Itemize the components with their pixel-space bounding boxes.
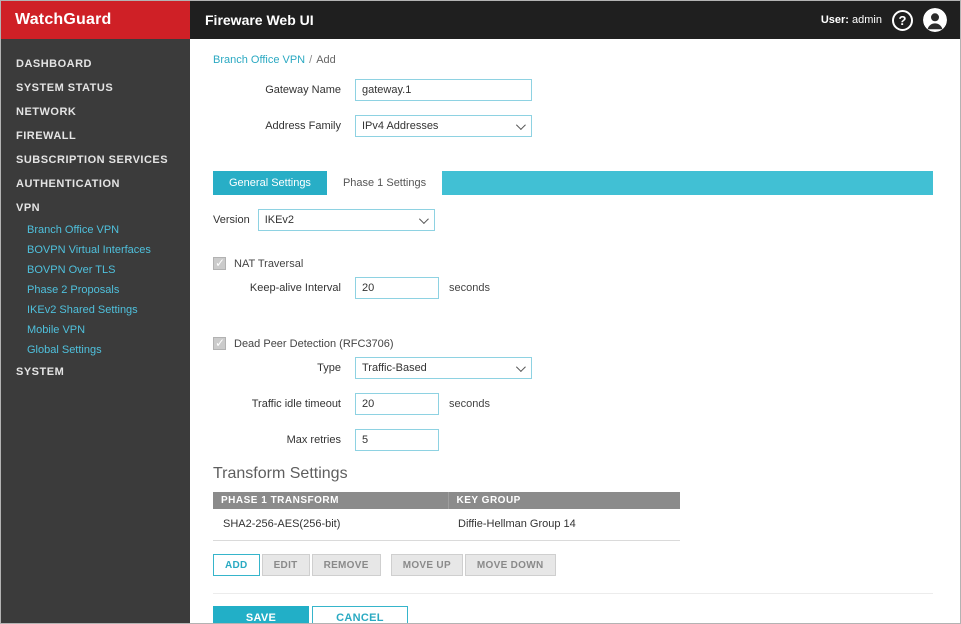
dpd-type-value: Traffic-Based (362, 362, 427, 374)
top-bar: WatchGuard Fireware Web UI User: admin ? (1, 1, 960, 39)
edit-button[interactable]: EDIT (261, 554, 310, 576)
move-up-button[interactable]: MOVE UP (390, 554, 463, 576)
dead-peer-detection-label: Dead Peer Detection (RFC3706) (234, 337, 394, 350)
sidebar-item-system[interactable]: SYSTEM (1, 360, 190, 384)
chevron-down-icon (515, 119, 526, 130)
version-value: IKEv2 (264, 214, 295, 226)
main-content: Branch Office VPN /Add Gateway Name Addre… (190, 39, 960, 623)
top-bar-right: User: admin ? (821, 8, 960, 32)
body: DASHBOARD SYSTEM STATUS NETWORK FIREWALL… (1, 39, 960, 623)
breadcrumb: Branch Office VPN / Add (213, 54, 960, 66)
add-button[interactable]: ADD (213, 554, 260, 576)
breadcrumb-separator: / (309, 54, 313, 66)
sidebar-item-subscription-services[interactable]: SUBSCRIPTION SERVICES (1, 148, 190, 172)
sidebar-item-authentication[interactable]: AUTHENTICATION (1, 172, 190, 196)
keep-alive-input[interactable] (355, 277, 439, 299)
settings-tabs: General Settings Phase 1 Settings (213, 171, 933, 195)
sidebar-subitem-mobile-vpn[interactable]: Mobile VPN (1, 320, 190, 340)
transform-table: PHASE 1 TRANSFORM KEY GROUP SHA2-256-AES… (213, 492, 680, 541)
sidebar-item-dashboard[interactable]: DASHBOARD (1, 52, 190, 76)
version-select[interactable]: IKEv2 (257, 209, 435, 231)
fireware-web-ui-window: WatchGuard Fireware Web UI User: admin ?… (0, 0, 961, 624)
address-family-select[interactable]: IPv4 Addresses (355, 115, 532, 137)
column-key-group: KEY GROUP (448, 492, 680, 509)
gateway-name-label: Gateway Name (265, 84, 341, 96)
chevron-down-icon (515, 361, 526, 372)
tab-general-settings[interactable]: General Settings (213, 171, 327, 195)
address-family-row: Address Family IPv4 Addresses (213, 115, 960, 137)
address-family-value: IPv4 Addresses (362, 120, 439, 132)
dead-peer-detection-checkbox[interactable] (213, 336, 226, 350)
key-group-cell: Diffie-Hellman Group 14 (448, 509, 680, 541)
tab-phase-1-settings[interactable]: Phase 1 Settings (326, 171, 443, 195)
breadcrumb-link-branch-office-vpn[interactable]: Branch Office VPN (213, 54, 305, 66)
traffic-idle-timeout-row: Traffic idle timeout seconds (213, 393, 960, 415)
keep-alive-row: Keep-alive Interval seconds (213, 277, 960, 299)
column-phase-1-transform: PHASE 1 TRANSFORM (213, 492, 449, 509)
version-label: Version (213, 214, 250, 226)
transform-settings-title: Transform Settings (213, 465, 348, 482)
max-retries-label: Max retries (286, 434, 341, 446)
sidebar: DASHBOARD SYSTEM STATUS NETWORK FIREWALL… (1, 39, 190, 623)
nat-traversal-label: NAT Traversal (234, 257, 304, 270)
transform-buttons: ADD EDIT REMOVE MOVE UP MOVE DOWN (213, 554, 960, 576)
user-label: User: (820, 14, 849, 26)
dpd-type-label: Type (317, 362, 341, 374)
gateway-name-input[interactable] (355, 79, 532, 101)
dead-peer-detection-row: Dead Peer Detection (RFC3706) (213, 336, 960, 350)
address-family-label: Address Family (265, 120, 341, 132)
person-icon (923, 8, 947, 32)
logo-text: WatchGuard (15, 11, 112, 28)
transform-cell: SHA2-256-AES(256-bit) (213, 509, 448, 541)
nat-traversal-row: NAT Traversal (213, 256, 960, 270)
sidebar-item-vpn[interactable]: VPN (1, 196, 190, 220)
dpd-type-row: Type Traffic-Based (213, 357, 960, 379)
breadcrumb-current: Add (316, 54, 336, 66)
current-user: User: admin (821, 14, 882, 26)
sidebar-subitem-global-settings[interactable]: Global Settings (1, 340, 190, 360)
nat-traversal-checkbox[interactable] (213, 256, 226, 270)
dpd-type-select[interactable]: Traffic-Based (355, 357, 532, 379)
sidebar-item-firewall[interactable]: FIREWALL (1, 124, 190, 148)
gateway-name-row: Gateway Name (213, 79, 960, 101)
remove-button[interactable]: REMOVE (311, 554, 381, 576)
chevron-down-icon (418, 213, 429, 224)
sidebar-subitem-bovpn-over-tls[interactable]: BOVPN Over TLS (1, 260, 190, 280)
traffic-idle-timeout-unit: seconds (449, 398, 490, 410)
save-button[interactable]: SAVE (213, 606, 309, 623)
sidebar-subitem-branch-office-vpn[interactable]: Branch Office VPN (1, 220, 190, 240)
user-name: admin (852, 14, 882, 26)
cancel-button[interactable]: CANCEL (312, 606, 408, 623)
max-retries-row: Max retries (213, 429, 960, 451)
keep-alive-label: Keep-alive Interval (249, 282, 341, 294)
transform-table-header: PHASE 1 TRANSFORM KEY GROUP (213, 492, 680, 509)
traffic-idle-timeout-input[interactable] (355, 393, 439, 415)
version-row: Version IKEv2 (213, 209, 960, 231)
watchguard-logo: WatchGuard (1, 1, 190, 39)
sidebar-subitem-bovpn-virtual-interfaces[interactable]: BOVPN Virtual Interfaces (1, 240, 190, 260)
sidebar-subitem-phase-2-proposals[interactable]: Phase 2 Proposals (1, 280, 190, 300)
sidebar-subitem-ikev2-shared-settings[interactable]: IKEv2 Shared Settings (1, 300, 190, 320)
account-icon[interactable] (923, 8, 947, 32)
sidebar-item-system-status[interactable]: SYSTEM STATUS (1, 76, 190, 100)
traffic-idle-timeout-label: Traffic idle timeout (251, 398, 341, 410)
keep-alive-unit: seconds (449, 282, 490, 294)
move-down-button[interactable]: MOVE DOWN (464, 554, 556, 576)
app-title: Fireware Web UI (205, 12, 314, 28)
sidebar-item-network[interactable]: NETWORK (1, 100, 190, 124)
form-footer: SAVE CANCEL (213, 593, 933, 623)
max-retries-input[interactable] (355, 429, 439, 451)
table-row[interactable]: SHA2-256-AES(256-bit) Diffie-Hellman Gro… (213, 509, 680, 541)
help-icon[interactable]: ? (892, 9, 913, 31)
